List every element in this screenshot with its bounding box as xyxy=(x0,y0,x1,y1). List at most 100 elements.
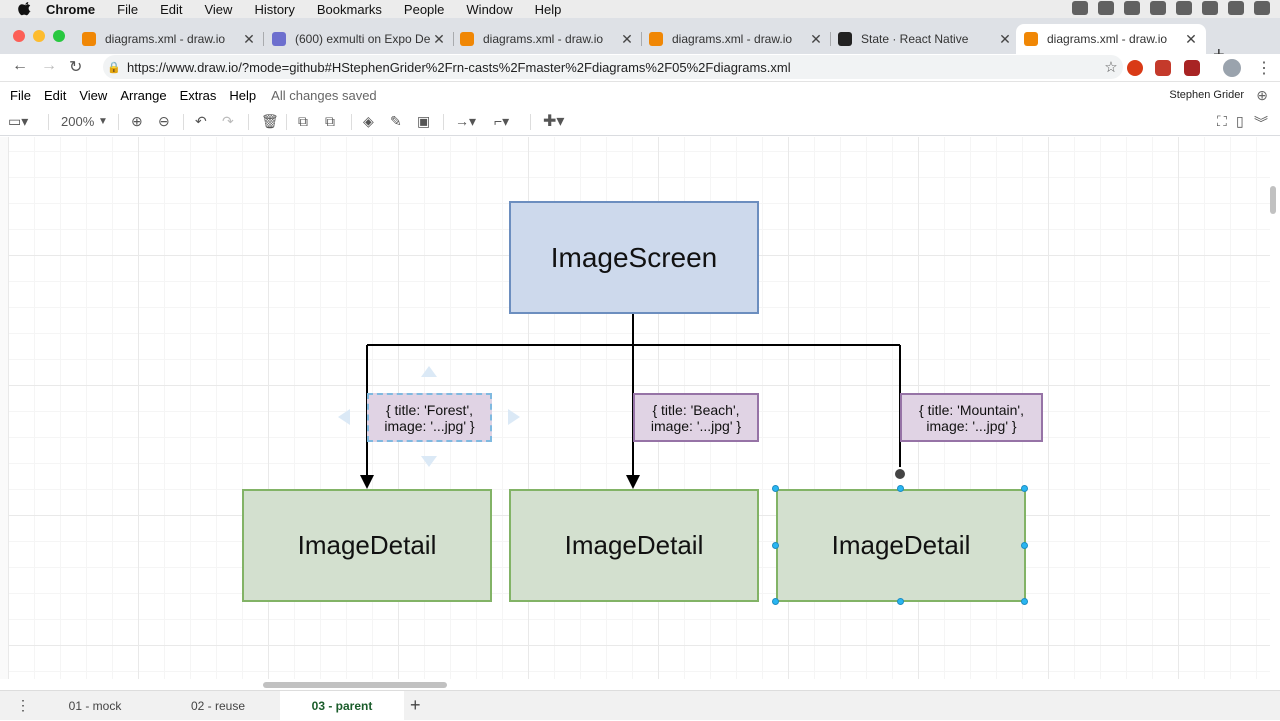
globe-icon[interactable]: ⊕ xyxy=(1256,87,1268,104)
connection-style-icon[interactable]: →▾ xyxy=(455,113,476,130)
menu-history[interactable]: History xyxy=(254,2,294,17)
resize-handle[interactable] xyxy=(772,542,779,549)
mountain-props-label[interactable]: { title: 'Mountain', image: '...jpg' } xyxy=(900,393,1043,442)
search-icon[interactable] xyxy=(1202,1,1218,15)
zoom-dropdown-icon[interactable]: ▼ xyxy=(98,116,108,127)
close-tab-icon[interactable]: ✕ xyxy=(996,31,1014,48)
close-tab-icon[interactable]: ✕ xyxy=(807,31,825,48)
zoom-in-icon[interactable]: ⊕ xyxy=(131,113,143,130)
zoom-select[interactable]: 200% xyxy=(61,114,94,129)
to-front-icon[interactable]: ⧉ xyxy=(298,113,308,130)
undo-icon[interactable]: ↶ xyxy=(195,113,207,130)
shadow-icon[interactable]: ▣ xyxy=(417,113,430,130)
save-status: All changes saved xyxy=(271,87,377,103)
lock-icon[interactable]: 🔒 xyxy=(107,61,121,74)
pages-menu-icon[interactable]: ⋮ xyxy=(16,697,30,714)
resize-handle[interactable] xyxy=(897,598,904,605)
apple-icon[interactable] xyxy=(18,2,32,16)
close-tab-icon[interactable]: ✕ xyxy=(1182,31,1200,48)
profile-avatar[interactable] xyxy=(1223,59,1241,77)
notification-center-icon[interactable] xyxy=(1254,1,1270,15)
drawio-menu-edit[interactable]: Edit xyxy=(44,88,66,103)
close-tab-icon[interactable]: ✕ xyxy=(240,31,258,48)
menu-window[interactable]: Window xyxy=(466,2,512,17)
imagescreen-node[interactable]: ImageScreen xyxy=(509,201,759,314)
menu-edit[interactable]: Edit xyxy=(160,2,182,17)
menu-view[interactable]: View xyxy=(204,2,232,17)
chrome-menu-icon[interactable]: ⋮ xyxy=(1256,58,1272,78)
drawio-menu-view[interactable]: View xyxy=(79,88,107,103)
extension-icon[interactable] xyxy=(1127,60,1143,76)
siri-icon[interactable] xyxy=(1228,1,1244,15)
menu-file[interactable]: File xyxy=(117,2,138,17)
drawio-menu-extras[interactable]: Extras xyxy=(180,88,217,103)
page-tab-parent[interactable]: 03 - parent xyxy=(280,691,404,721)
resize-handle[interactable] xyxy=(897,485,904,492)
resize-handle[interactable] xyxy=(1021,485,1028,492)
drawio-menu-file[interactable]: File xyxy=(10,88,31,103)
browser-tab[interactable]: diagrams.xml - draw.io ✕ xyxy=(452,24,642,54)
close-tab-icon[interactable]: ✕ xyxy=(618,31,636,48)
page-tab-reuse[interactable]: 02 - reuse xyxy=(156,691,280,721)
fill-color-icon[interactable]: ◈ xyxy=(363,113,374,130)
to-back-icon[interactable]: ⧉ xyxy=(325,113,335,130)
browser-tab[interactable]: diagrams.xml - draw.io ✕ xyxy=(74,24,264,54)
resize-handle[interactable] xyxy=(772,598,779,605)
extension-icon[interactable] xyxy=(1155,60,1171,76)
resize-handle[interactable] xyxy=(772,485,779,492)
omnibox[interactable]: 🔒 https://www.draw.io/?mode=github#HStep… xyxy=(103,55,1123,79)
reload-icon[interactable]: ↻ xyxy=(69,57,82,77)
collapse-icon[interactable]: ︾ xyxy=(1254,113,1268,133)
format-panel-icon[interactable]: ▭▾ xyxy=(8,113,28,130)
imagedetail-node-selected[interactable]: ImageDetail xyxy=(776,489,1026,602)
drawio-menu-help[interactable]: Help xyxy=(229,88,256,103)
extension-icon[interactable] xyxy=(1184,60,1200,76)
bookmark-star-icon[interactable]: ☆ xyxy=(1099,58,1123,76)
browser-tab[interactable]: (600) exmulti on Expo Dev ✕ xyxy=(264,24,454,54)
browser-tab[interactable]: State · React Native ✕ xyxy=(830,24,1020,54)
delete-icon[interactable]: 🗑 xyxy=(261,113,279,130)
resize-handle[interactable] xyxy=(1021,542,1028,549)
menu-bookmarks[interactable]: Bookmarks xyxy=(317,2,382,17)
minimize-window-button[interactable] xyxy=(33,30,45,42)
horizontal-scrollbar[interactable] xyxy=(263,682,447,688)
cloud-icon[interactable] xyxy=(1124,1,1140,15)
toolbar-divider xyxy=(286,114,287,130)
browser-tab-active[interactable]: diagrams.xml - draw.io ✕ xyxy=(1016,24,1206,54)
waypoints-icon[interactable]: ⌐▾ xyxy=(494,113,509,130)
beach-props-label[interactable]: { title: 'Beach', image: '...jpg' } xyxy=(633,393,759,442)
back-arrow-icon[interactable]: ← xyxy=(12,57,28,75)
close-window-button[interactable] xyxy=(13,30,25,42)
connection-point-icon[interactable] xyxy=(893,467,907,481)
resize-handle[interactable] xyxy=(1021,598,1028,605)
forward-arrow-icon[interactable]: → xyxy=(41,57,57,75)
imagedetail-node[interactable]: ImageDetail xyxy=(242,489,492,602)
user-name[interactable]: Stephen Grider xyxy=(1169,89,1244,101)
menu-people[interactable]: People xyxy=(404,2,444,17)
add-page-icon[interactable]: + xyxy=(410,695,421,716)
glasses-icon[interactable] xyxy=(1098,1,1114,15)
line-color-icon[interactable]: ✎ xyxy=(390,113,402,130)
menu-app-name[interactable]: Chrome xyxy=(46,2,95,17)
arrowhead xyxy=(626,475,640,489)
insert-icon[interactable]: ✚▾ xyxy=(543,111,564,131)
url-text[interactable]: https://www.draw.io/?mode=github#HStephe… xyxy=(127,60,1099,75)
battery-icon[interactable] xyxy=(1176,1,1192,15)
close-tab-icon[interactable]: ✕ xyxy=(430,31,448,48)
imagedetail-node[interactable]: ImageDetail xyxy=(509,489,759,602)
page-tab-mock[interactable]: 01 - mock xyxy=(33,691,157,721)
zoom-out-icon[interactable]: ⊖ xyxy=(158,113,170,130)
fullscreen-icon[interactable]: ⛶ xyxy=(1217,113,1227,130)
toolbar-divider xyxy=(248,114,249,130)
browser-tab[interactable]: diagrams.xml - draw.io ✕ xyxy=(641,24,831,54)
menu-help[interactable]: Help xyxy=(535,2,562,17)
format-toggle-icon[interactable]: ▯ xyxy=(1236,113,1244,130)
redo-icon[interactable]: ↷ xyxy=(222,113,234,130)
status-icon[interactable] xyxy=(1072,1,1088,15)
forest-props-label[interactable]: { title: 'Forest', image: '...jpg' } xyxy=(367,393,492,442)
diagram-canvas[interactable]: ImageScreen { title: 'Forest', image: '.… xyxy=(8,137,1270,679)
zoom-window-button[interactable] xyxy=(53,30,65,42)
drawio-menu-arrange[interactable]: Arrange xyxy=(120,88,166,103)
vertical-scrollbar[interactable] xyxy=(1270,186,1276,214)
wifi-icon[interactable] xyxy=(1150,1,1166,15)
